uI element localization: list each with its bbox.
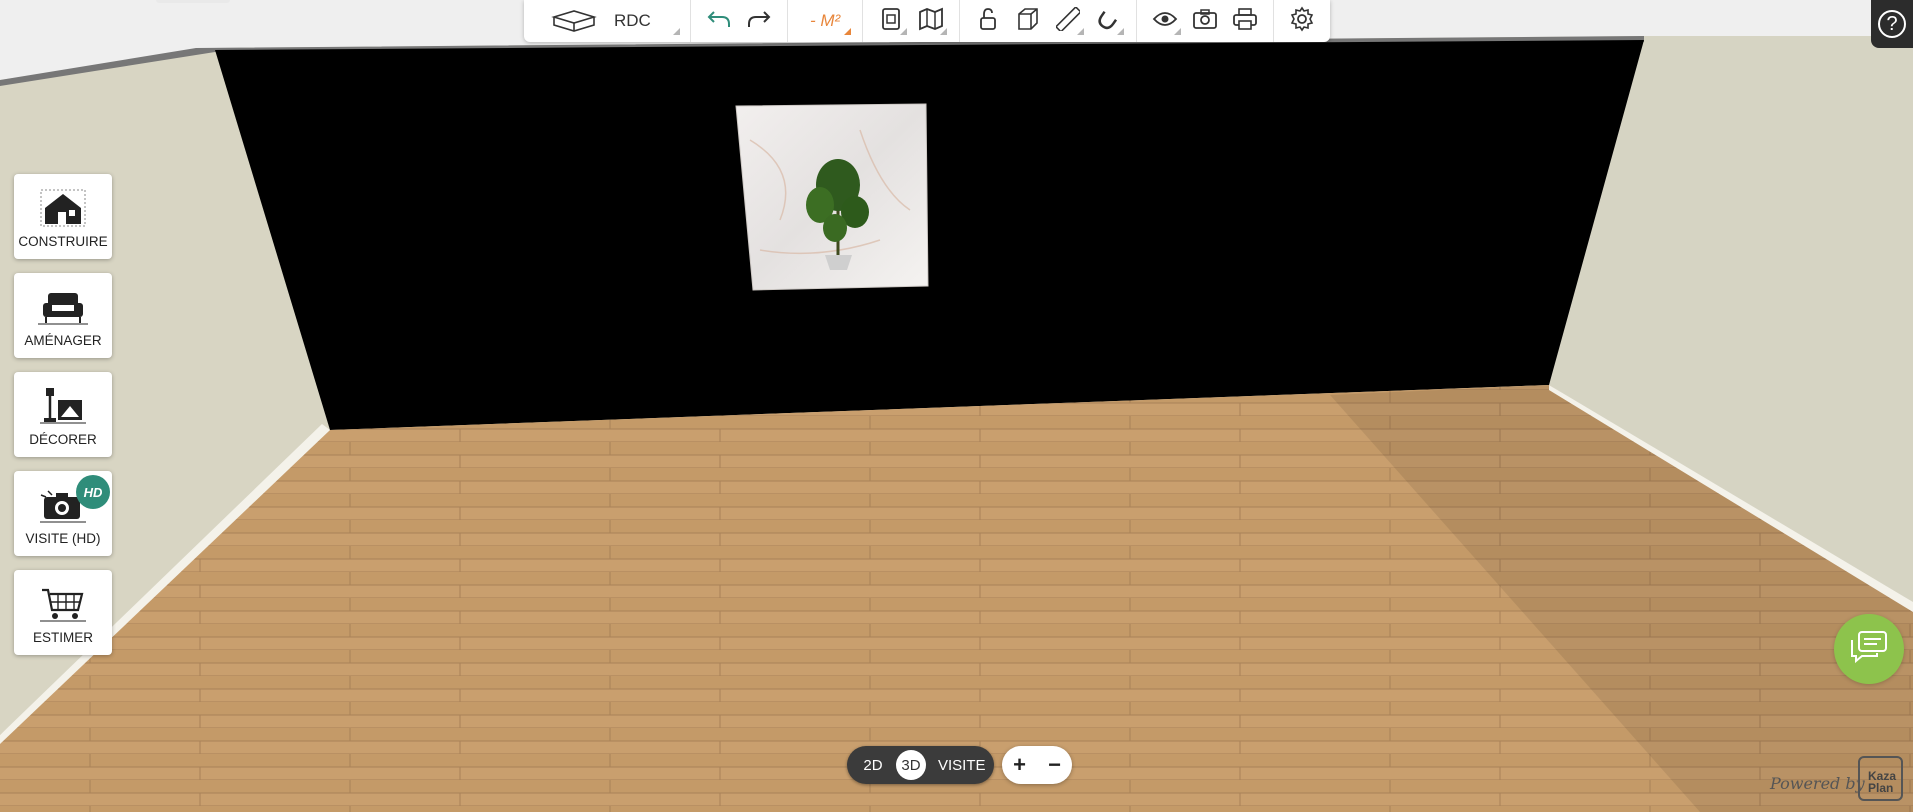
history-group: [691, 0, 788, 42]
cart-icon: [38, 584, 88, 624]
help-button[interactable]: ?: [1871, 0, 1913, 48]
3d-scene-canvas[interactable]: [0, 0, 1913, 812]
surface-area-label: - M²: [810, 11, 841, 30]
surface-area-button[interactable]: - M²: [796, 1, 854, 41]
camera-icon: [1192, 8, 1218, 35]
floor-label: RDC: [614, 11, 651, 30]
view-mode-toggle: 2D 3D VISITE: [847, 746, 994, 784]
zoom-control: + −: [1002, 746, 1072, 784]
plans-group: [863, 0, 961, 42]
back-wall[interactable]: [215, 40, 1644, 430]
sidebar-item-visite-hd[interactable]: HD VISITE (HD): [14, 471, 112, 556]
sidebar-item-estimer[interactable]: ESTIMER: [14, 570, 112, 655]
sidebar-item-decorer[interactable]: DÉCORER: [14, 372, 112, 457]
visibility-button[interactable]: [1145, 1, 1185, 41]
view-3d-button[interactable]: 3D: [896, 750, 926, 780]
zoom-in-button[interactable]: +: [1006, 752, 1034, 778]
cube-view-button[interactable]: [1008, 1, 1048, 41]
hd-badge: HD: [76, 475, 110, 509]
sofa-icon: [38, 287, 88, 327]
chat-icon: [1849, 629, 1889, 670]
surface-group: - M²: [788, 0, 864, 42]
floor-plan-icon: [550, 9, 598, 40]
powered-by-text: Powered by: [1770, 774, 1865, 793]
redo-button[interactable]: [739, 1, 779, 41]
framed-plant-picture[interactable]: [735, 103, 929, 291]
view-group: [1137, 0, 1275, 42]
floor-selector[interactable]: RDC: [532, 1, 682, 41]
zoom-out-button[interactable]: −: [1041, 752, 1069, 778]
sidebar-item-label: VISITE (HD): [25, 531, 101, 546]
chat-button[interactable]: [1834, 614, 1904, 684]
undo-button[interactable]: [699, 1, 739, 41]
cube-icon: [1016, 7, 1040, 36]
top-tab: [156, 0, 230, 3]
printer-icon: [1232, 7, 1258, 36]
document-button[interactable]: [871, 1, 911, 41]
view-2d-button[interactable]: 2D: [854, 757, 892, 774]
house-icon: [38, 188, 88, 228]
document-icon: [880, 7, 902, 36]
floor-group: RDC: [524, 0, 691, 42]
map-button[interactable]: [911, 1, 951, 41]
redo-icon: [746, 8, 772, 35]
sidebar-item-construire[interactable]: CONSTRUIRE: [14, 174, 112, 259]
sidebar-item-label: ESTIMER: [32, 630, 93, 645]
tools-group: [960, 0, 1138, 42]
view-visite-button[interactable]: VISITE: [938, 757, 986, 774]
undo-icon: [706, 8, 732, 35]
unlock-icon: [977, 7, 999, 36]
lamp-frame-icon: [38, 386, 88, 426]
kazaplan-logo[interactable]: Kaza Plan: [1858, 756, 1903, 801]
help-icon: ?: [1878, 10, 1906, 38]
screenshot-button[interactable]: [1185, 1, 1225, 41]
magnet-button[interactable]: [1088, 1, 1128, 41]
measure-button[interactable]: [1048, 1, 1088, 41]
sidebar-item-amenager[interactable]: AMÉNAGER: [14, 273, 112, 358]
print-button[interactable]: [1225, 1, 1265, 41]
brand-line-2: Plan: [1868, 781, 1894, 795]
settings-group: [1274, 0, 1330, 42]
top-toolbar: RDC - M²: [524, 0, 1331, 42]
settings-button[interactable]: [1282, 1, 1322, 41]
lock-button[interactable]: [968, 1, 1008, 41]
sidebar-item-label: DÉCORER: [29, 432, 97, 447]
sidebar-item-label: CONSTRUIRE: [18, 234, 108, 249]
gear-icon: [1289, 6, 1315, 37]
sidebar-item-label: AMÉNAGER: [24, 333, 102, 348]
